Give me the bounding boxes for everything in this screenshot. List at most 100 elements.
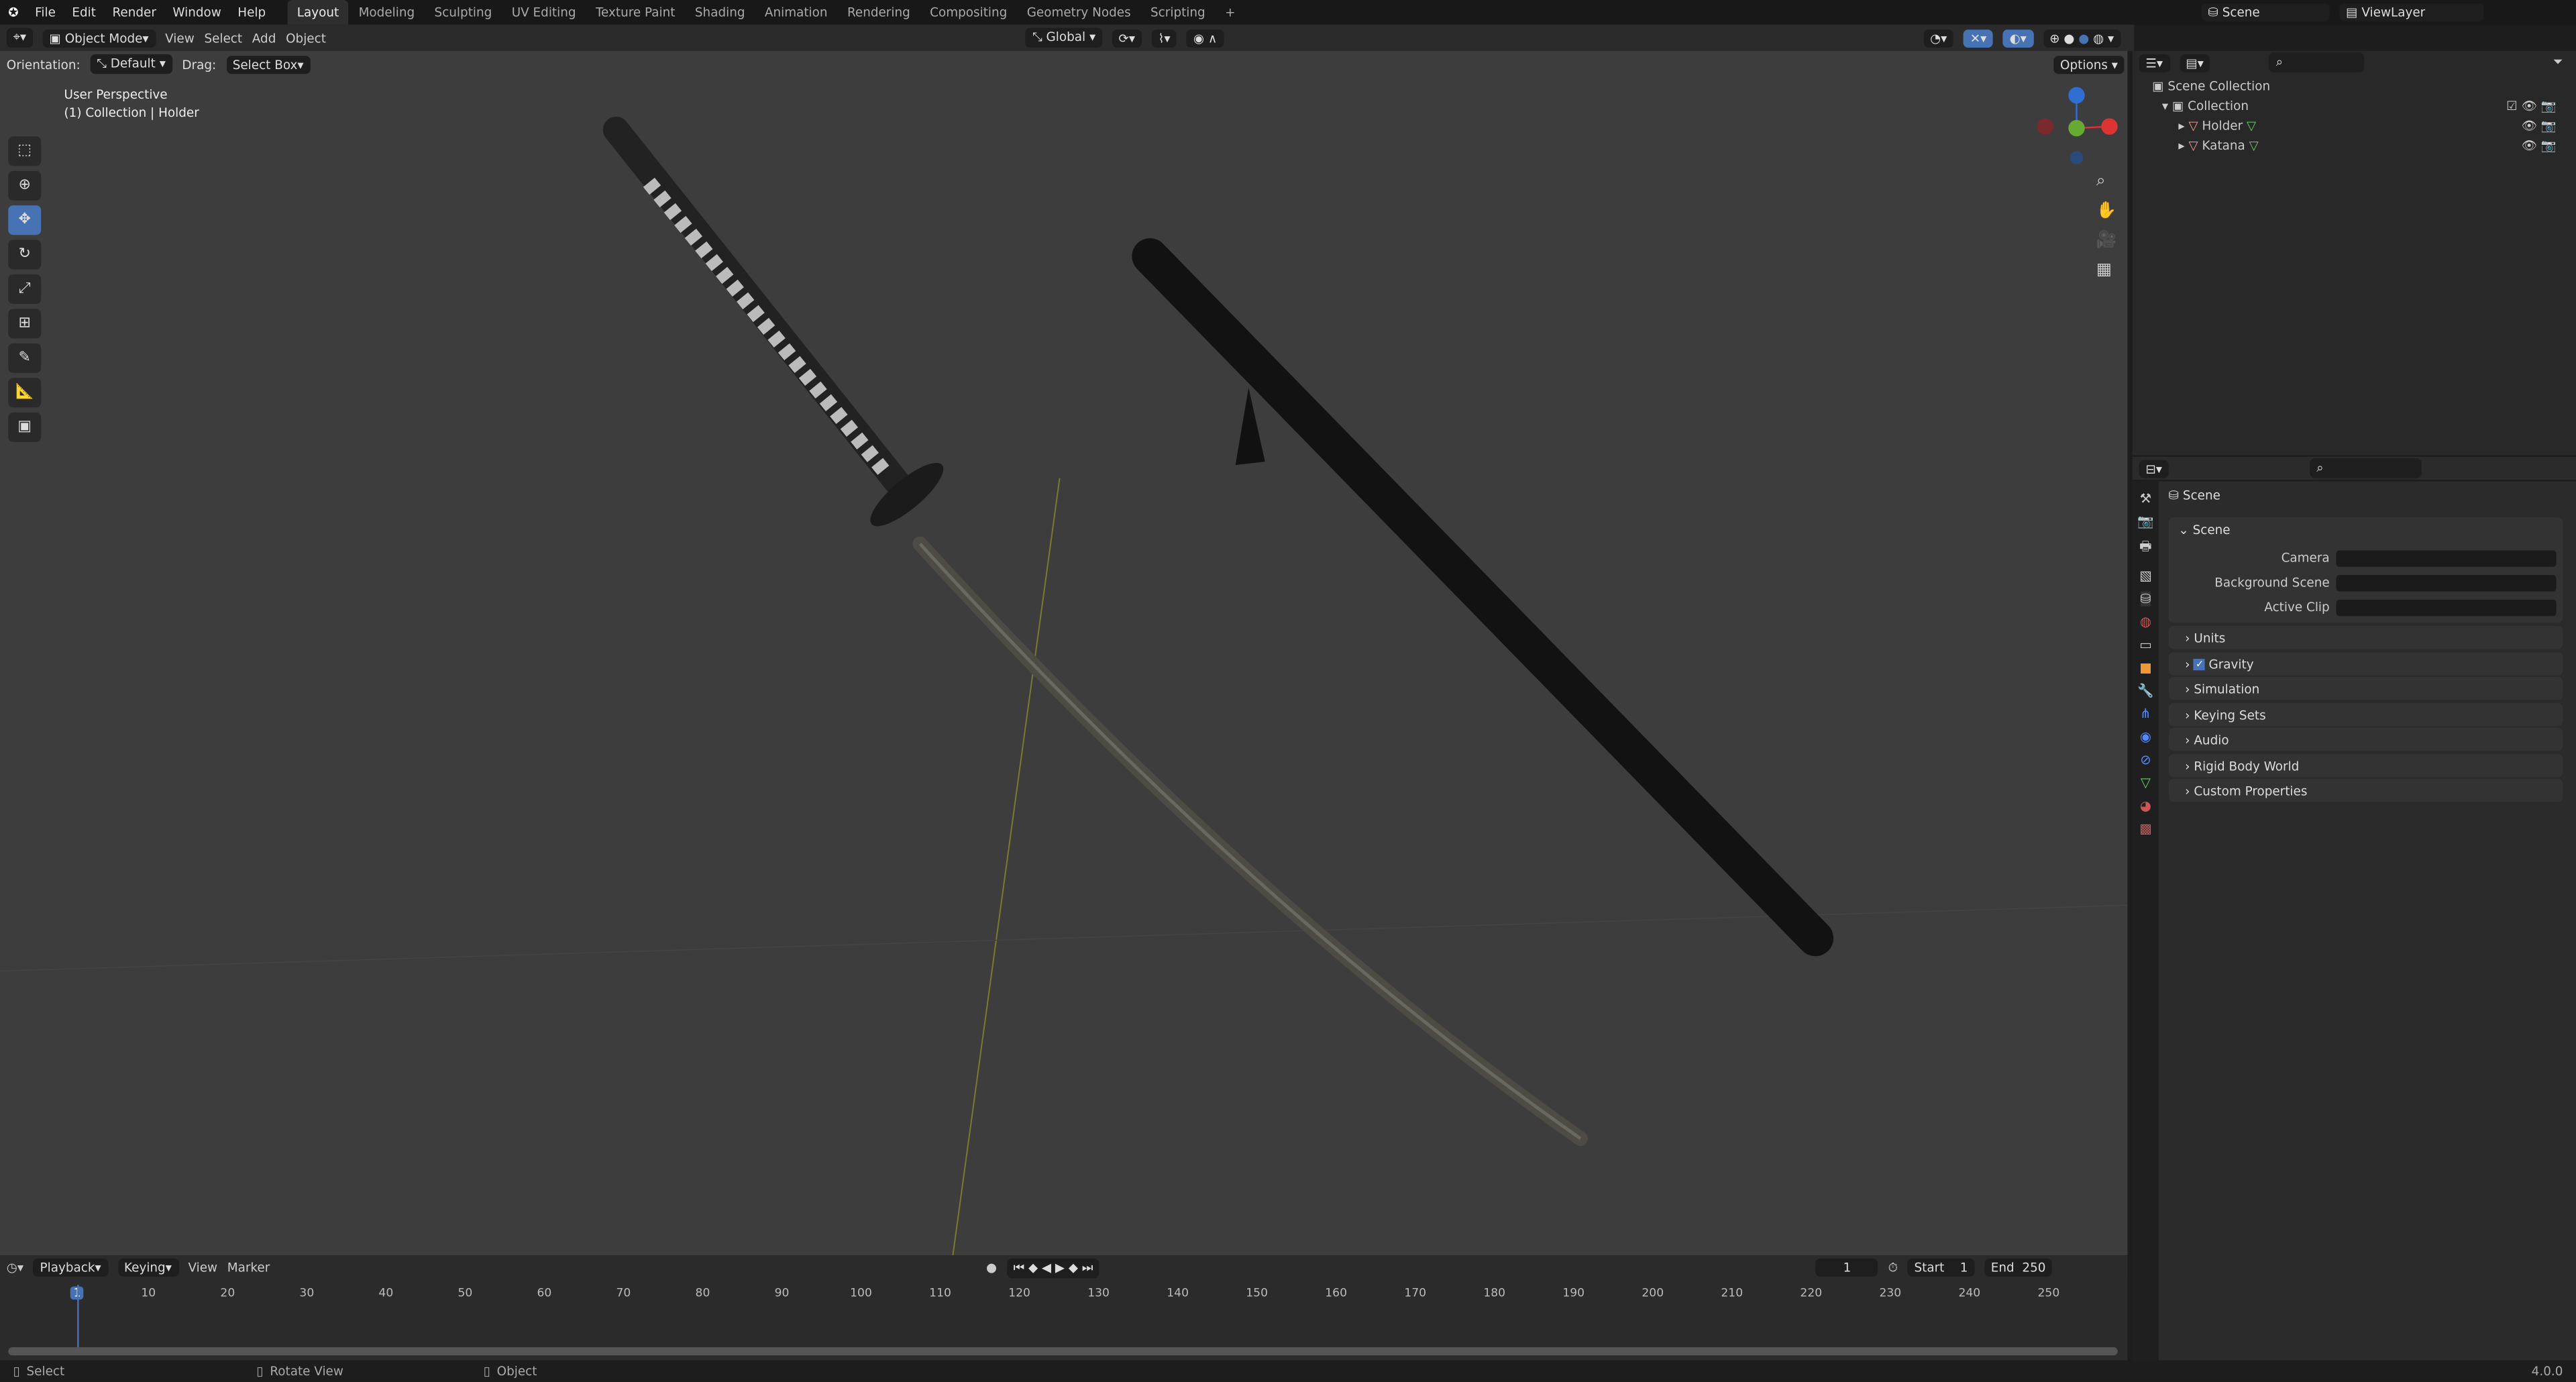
3d-viewport[interactable]: User Perspective (1) Collection | Holder… <box>0 50 2128 1256</box>
playhead[interactable] <box>77 1285 79 1351</box>
cursor-icon[interactable]: ⊕ <box>8 170 42 201</box>
data-tab-icon[interactable]: ▽ <box>2141 776 2151 790</box>
object-tab-icon[interactable]: ■ <box>2139 660 2152 675</box>
particles-tab-icon[interactable]: ⋔ <box>2140 706 2151 721</box>
workspace-tab-rendering[interactable]: Rendering <box>837 0 920 25</box>
orientation-dropdown[interactable]: ⤡ Default ▾ <box>90 54 172 74</box>
scene-collection-row[interactable]: ▣ Scene Collection <box>2152 77 2556 97</box>
ortho-grid-icon[interactable]: ▦ <box>2096 261 2116 279</box>
view-menu[interactable]: View <box>165 30 195 45</box>
gravity-panel[interactable]: › ✓ Gravity <box>2168 652 2563 676</box>
scale-icon[interactable]: ⤢ <box>8 274 42 305</box>
menu-render[interactable]: Render <box>104 5 164 19</box>
camera-view-icon[interactable]: 🎥 <box>2096 231 2116 250</box>
workspace-tab-modeling[interactable]: Modeling <box>349 0 425 25</box>
outliner-search[interactable]: ⌕ <box>2269 52 2365 72</box>
options-button[interactable]: Options ▾ <box>2053 56 2125 74</box>
scene-selector[interactable]: ⛁ Scene <box>2201 3 2330 21</box>
add-menu[interactable]: Add <box>252 30 276 45</box>
object-menu[interactable]: Object <box>286 30 326 45</box>
gizmo-toggle-icon[interactable]: ✕▾ <box>1963 28 1994 47</box>
tool-tab-icon[interactable]: ⚒ <box>2140 491 2152 506</box>
units-panel[interactable]: › Units <box>2168 626 2563 649</box>
world-tab-icon[interactable]: ◍ <box>2140 615 2151 629</box>
menu-help[interactable]: Help <box>229 5 274 19</box>
drag-dropdown[interactable]: Select Box▾ <box>225 55 311 73</box>
camera-field[interactable] <box>2336 550 2557 567</box>
custom-properties-label: Custom Properties <box>2194 782 2308 798</box>
modifier-tab-icon[interactable]: 🔧 <box>2137 684 2153 698</box>
frame-tick: 220 <box>1800 1286 1823 1300</box>
view-context-label: (1) Collection | Holder <box>64 105 199 120</box>
background-scene-field[interactable] <box>2336 575 2557 592</box>
snap-icon[interactable]: ⌇▾ <box>1151 28 1177 47</box>
timeline-scrollbar[interactable] <box>8 1347 2118 1356</box>
gravity-checkbox[interactable]: ✓ <box>2194 657 2206 670</box>
menu-window[interactable]: Window <box>164 5 229 19</box>
display-mode-icon[interactable]: ▤▾ <box>2179 53 2210 72</box>
outliner-type-icon[interactable]: ☰▾ <box>2139 53 2169 72</box>
workspace-tab-uv-editing[interactable]: UV Editing <box>502 0 586 25</box>
zoom-icon[interactable]: ⌕ <box>2096 172 2116 191</box>
proportional-edit-icon[interactable]: ◉ ∧ <box>1187 28 1224 47</box>
collection-row[interactable]: ▾ ▣ Collection ☑ 👁 📷 <box>2152 97 2557 116</box>
workspace-tab-compositing[interactable]: Compositing <box>920 0 1017 25</box>
keying-sets-panel[interactable]: › Keying Sets <box>2168 703 2563 727</box>
transform-orientation-dropdown[interactable]: ⤡ Global ▾ <box>1026 28 1103 48</box>
pivot-icon[interactable]: ⟳▾ <box>1112 28 1142 47</box>
collection-tab-icon[interactable]: ▭ <box>2139 637 2152 652</box>
workspace-tab-scripting[interactable]: Scripting <box>1140 0 1215 25</box>
texture-tab-icon[interactable]: ▩ <box>2139 822 2152 837</box>
material-tab-icon[interactable]: ◕ <box>2140 798 2151 813</box>
render-tab-icon[interactable]: 📷 <box>2137 515 2153 529</box>
workspace-tab-geometry-nodes[interactable]: Geometry Nodes <box>1017 0 1140 25</box>
transform-icon[interactable]: ⊞ <box>8 309 42 339</box>
active-clip-field[interactable] <box>2336 599 2557 617</box>
pan-hand-icon[interactable]: ✋ <box>2096 202 2116 220</box>
properties-search[interactable]: ⌕ <box>2310 458 2422 478</box>
select-menu[interactable]: Select <box>204 30 242 45</box>
mode-dropdown[interactable]: ▣ Object Mode▾ <box>42 28 156 47</box>
timeline-ruler[interactable]: 1102030405060708090100110120130140150160… <box>0 1255 2127 1361</box>
gravity-label: Gravity <box>2208 656 2254 672</box>
workspace-tab--[interactable]: + <box>1215 0 1245 25</box>
scene-panel-header[interactable]: ⌄ Scene <box>2169 517 2563 542</box>
menu-edit[interactable]: Edit <box>64 5 104 19</box>
frame-tick: 170 <box>1404 1286 1427 1300</box>
add-cube-icon[interactable]: ▣ <box>8 412 42 442</box>
workspace-tab-shading[interactable]: Shading <box>685 0 755 25</box>
visibility-icon[interactable]: ◔▾ <box>1923 28 1954 47</box>
constraints-tab-icon[interactable]: ⊘ <box>2140 753 2151 767</box>
outliner-item-katana[interactable]: ▸ ▽ Katana ▽ 👁 📷 <box>2152 136 2556 156</box>
background-scene-label: Background Scene <box>2214 575 2330 590</box>
physics-tab-icon[interactable]: ◉ <box>2140 729 2151 744</box>
scene-tab-icon[interactable]: ⛁ <box>2140 591 2151 606</box>
select-box-icon[interactable]: ⬚ <box>8 136 42 166</box>
view-layer-tab-icon[interactable]: ▧ <box>2139 568 2152 583</box>
simulation-panel[interactable]: › Simulation <box>2168 676 2563 700</box>
view-layer-selector[interactable]: ▤ ViewLayer <box>2339 3 2484 21</box>
frame-tick: 210 <box>1721 1286 1743 1300</box>
shading-modes[interactable]: ⊕ ● ● ◍ ▾ <box>2043 28 2121 47</box>
blender-logo-icon[interactable]: ✪ <box>0 5 27 19</box>
workspace-tab-animation[interactable]: Animation <box>755 0 837 25</box>
annotate-icon[interactable]: ✎ <box>8 343 42 373</box>
rigid-body-world-panel[interactable]: › Rigid Body World <box>2168 754 2563 778</box>
audio-panel[interactable]: › Audio <box>2168 727 2563 751</box>
overlay-toggle-icon[interactable]: ◐▾ <box>2002 28 2033 47</box>
workspace-tab-texture-paint[interactable]: Texture Paint <box>586 0 685 25</box>
custom-properties-panel[interactable]: › Custom Properties <box>2168 778 2563 802</box>
outliner-item-holder[interactable]: ▸ ▽ Holder ▽ 👁 📷 <box>2152 117 2556 136</box>
workspace-tab-layout[interactable]: Layout <box>287 0 349 25</box>
editor-type-button[interactable]: ⌖▾ <box>6 28 33 48</box>
workspace-tab-sculpting[interactable]: Sculpting <box>425 0 502 25</box>
rotate-icon[interactable]: ↻ <box>8 240 42 270</box>
menu-file[interactable]: File <box>27 5 64 19</box>
mouse-left-icon: ▯ <box>13 1363 20 1379</box>
navigation-gizmo[interactable] <box>2029 84 2120 174</box>
output-tab-icon[interactable]: 🖶 <box>2139 537 2152 560</box>
filter-icon[interactable]: ⏷ <box>2553 54 2576 70</box>
measure-icon[interactable]: 📐 <box>8 378 42 408</box>
move-icon[interactable]: ✥ <box>8 205 42 235</box>
properties-type-icon[interactable]: ⊟▾ <box>2139 459 2169 478</box>
